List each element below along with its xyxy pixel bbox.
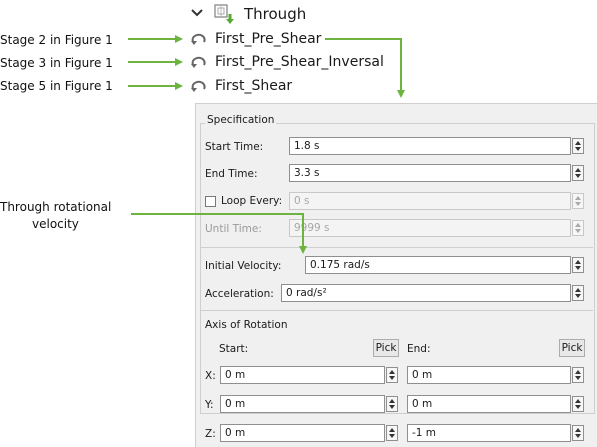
rotation-icon <box>191 33 206 45</box>
start-time-field[interactable]: 1.8 s <box>289 137 571 155</box>
through-feature-icon <box>214 4 234 24</box>
start-x-spinner[interactable] <box>386 367 398 383</box>
annotation-stage-2: Stage 2 in Figure 1 <box>0 33 113 47</box>
end-pick-button[interactable]: Pick <box>559 339 585 357</box>
tree-item-first-pre-shear-inversal[interactable]: First_Pre_Shear_Inversal <box>215 53 384 71</box>
until-time-field: 9999 s <box>289 219 571 237</box>
loop-every-spinner <box>572 193 584 209</box>
until-time-spinner <box>572 220 584 236</box>
end-time-label: End Time: <box>205 168 258 180</box>
rotation-icon <box>191 56 206 68</box>
start-pick-button[interactable]: Pick <box>373 339 399 357</box>
loop-every-field: 0 s <box>289 192 571 210</box>
divider <box>201 247 593 248</box>
tree-item-first-shear[interactable]: First_Shear <box>215 77 292 95</box>
initial-velocity-field[interactable]: 0.175 rad/s <box>305 256 571 274</box>
start-z-field[interactable]: 0 m <box>220 424 385 442</box>
start-time-label: Start Time: <box>205 141 264 153</box>
end-x-field[interactable]: 0 m <box>407 366 571 384</box>
annotation-rotational-velocity-line2: velocity <box>32 217 79 231</box>
start-z-spinner[interactable] <box>386 425 398 441</box>
start-y-label: Y: <box>205 399 214 411</box>
end-time-field[interactable]: 3.3 s <box>289 164 571 182</box>
rotation-icon <box>191 80 206 92</box>
end-z-spinner[interactable] <box>572 425 584 441</box>
chevron-down-icon[interactable] <box>190 6 204 20</box>
loop-every-label: Loop Every: <box>221 195 283 207</box>
start-x-label: X: <box>205 370 216 382</box>
initial-velocity-spinner[interactable] <box>572 257 584 273</box>
end-y-field[interactable]: 0 m <box>407 395 571 413</box>
initial-velocity-label: Initial Velocity: <box>205 260 282 272</box>
axis-end-label: End: <box>407 343 431 355</box>
end-y-spinner[interactable] <box>572 396 584 412</box>
properties-panel: Specification Start Time: 1.8 s End Time… <box>195 103 597 447</box>
axis-of-rotation-title: Axis of Rotation <box>205 319 288 331</box>
annotation-stage-5: Stage 5 in Figure 1 <box>0 79 113 93</box>
acceleration-label: Acceleration: <box>205 288 274 300</box>
start-y-field[interactable]: 0 m <box>220 395 385 413</box>
acceleration-spinner[interactable] <box>572 285 584 301</box>
end-z-field[interactable]: -1 m <box>407 424 571 442</box>
divider <box>201 310 593 311</box>
axis-start-label: Start: <box>219 343 249 355</box>
end-x-spinner[interactable] <box>572 367 584 383</box>
tree-root-label[interactable]: Through <box>244 4 306 24</box>
loop-every-checkbox[interactable] <box>205 196 216 207</box>
start-z-label: Z: <box>205 428 216 440</box>
until-time-label: Until Time: <box>205 223 262 235</box>
acceleration-field[interactable]: 0 rad/s² <box>281 284 571 302</box>
specification-title: Specification <box>205 113 277 127</box>
start-time-spinner[interactable] <box>572 138 584 154</box>
start-x-field[interactable]: 0 m <box>220 366 385 384</box>
annotation-stage-3: Stage 3 in Figure 1 <box>0 56 113 70</box>
annotation-rotational-velocity-line1: Through rotational <box>0 200 112 214</box>
tree-item-first-pre-shear[interactable]: First_Pre_Shear <box>215 30 321 48</box>
start-y-spinner[interactable] <box>386 396 398 412</box>
end-time-spinner[interactable] <box>572 165 584 181</box>
